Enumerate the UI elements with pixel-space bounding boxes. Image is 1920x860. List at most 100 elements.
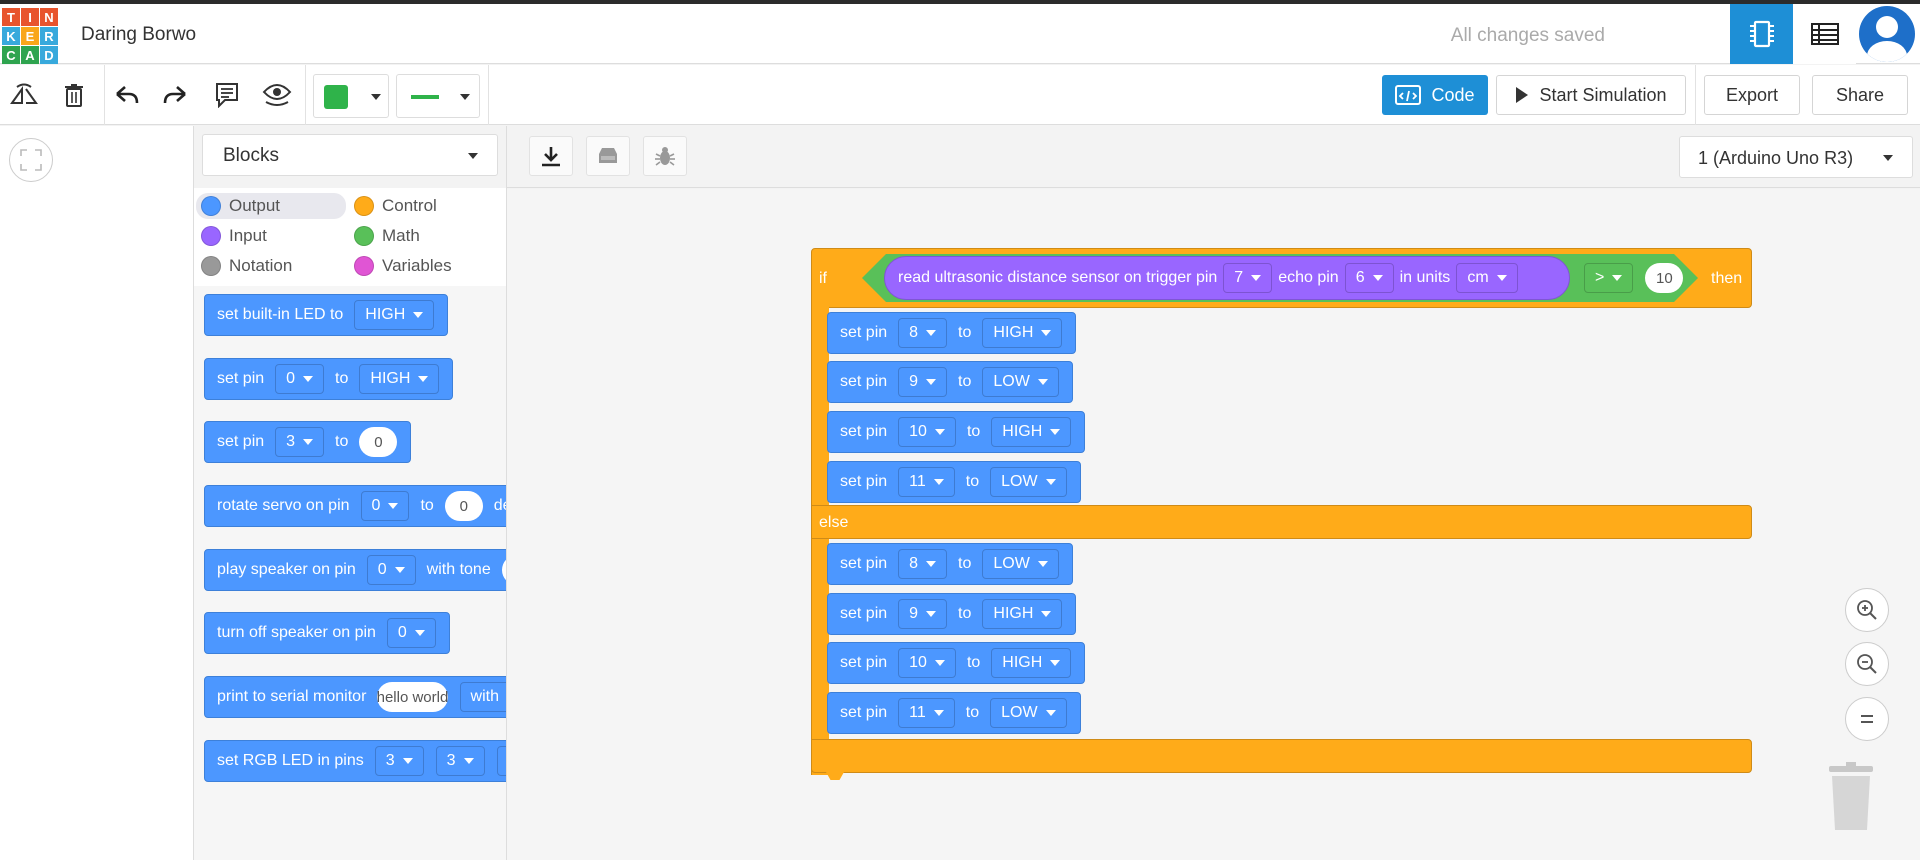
set-pin-block[interactable]: set pin 8 to HIGH [827,312,1077,354]
delete-button[interactable] [58,79,90,111]
units-dropdown[interactable]: cm [1456,263,1518,293]
block-label: play speaker on pin [217,561,356,578]
state-dropdown[interactable]: LOW [982,549,1059,579]
category-label: Notation [229,256,293,275]
state-dropdown[interactable]: HIGH [982,599,1063,629]
pin-dropdown[interactable]: 3 [435,746,485,776]
toolbox-block-print-serial[interactable]: print to serial monitor hello world with [204,676,506,718]
ultrasonic-sensor-block[interactable]: read ultrasonic distance sensor on trigg… [884,256,1570,300]
download-code-button[interactable] [529,136,573,176]
undo-button[interactable] [110,79,142,111]
set-pin-block[interactable]: set pin 9 to HIGH [827,593,1077,635]
upload-code-button[interactable] [586,136,630,176]
state-dropdown[interactable]: HIGH [359,364,440,394]
zoom-in-button[interactable] [1845,588,1889,632]
pin-dropdown[interactable]: 11 [898,467,955,497]
toolbox-block-turn-off-speaker[interactable]: turn off speaker on pin 0 [204,612,450,654]
chevron-down-icon [463,758,474,764]
wire-style-picker[interactable] [396,74,480,118]
category-variables[interactable]: Variables [349,253,452,279]
category-control[interactable]: Control [349,193,437,219]
toolbar-divider [488,65,489,125]
rotate-button[interactable] [8,79,40,111]
dropdown-value: HIGH [993,324,1034,341]
value-input[interactable]: 0 [359,427,398,457]
tinkercad-logo[interactable]: T I N K E R C A D [2,8,58,64]
board-select[interactable]: 1 (Arduino Uno R3) [1679,136,1913,178]
editor-mode-select[interactable]: Blocks [202,134,498,176]
dropdown-value: 0 [397,624,407,641]
redo-button[interactable] [160,79,192,111]
fit-view-button[interactable] [9,138,53,182]
share-button[interactable]: Share [1812,75,1908,115]
component-list-button[interactable] [1793,4,1856,64]
pin-dropdown[interactable]: 0 [366,555,416,585]
toolbox-block-set-rgb-led[interactable]: set RGB LED in pins 3 3 3 [204,740,506,782]
project-title[interactable]: Daring Borwo [81,24,196,46]
state-dropdown[interactable]: LOW [990,467,1067,497]
pin-dropdown[interactable]: 9 [898,599,948,629]
set-pin-block[interactable]: set pin 9 to LOW [827,361,1073,403]
compare-value-input[interactable]: 10 [1645,263,1684,293]
user-avatar[interactable] [1859,6,1915,62]
circuit-view-button[interactable] [1730,4,1793,64]
pin-dropdown[interactable]: 3 [275,427,325,457]
category-math[interactable]: Math [349,223,420,249]
category-input[interactable]: Input [196,223,267,249]
workspace-trash-can[interactable] [1827,762,1875,832]
toolbox-block-rotate-servo[interactable]: rotate servo on pin 0 to 0 degre [204,485,506,527]
text-input[interactable]: hello world [377,682,448,712]
state-dropdown[interactable]: HIGH [354,300,435,330]
echo-pin-dropdown[interactable]: 6 [1344,263,1394,293]
notes-button[interactable] [211,79,243,111]
dropdown-value: with [470,688,499,705]
state-dropdown[interactable]: LOW [982,367,1059,397]
dropdown-value: 3 [385,752,395,769]
operator-dropdown[interactable]: > [1584,263,1634,293]
pin-dropdown[interactable]: 8 [898,318,948,348]
fill-color-picker[interactable] [313,74,389,118]
toolbox-block-play-speaker[interactable]: play speaker on pin 0 with tone 60 [204,549,506,591]
export-button[interactable]: Export [1704,75,1800,115]
state-dropdown[interactable]: HIGH [991,648,1072,678]
pin-dropdown[interactable]: 11 [898,698,955,728]
visibility-button[interactable] [261,79,293,111]
set-pin-block[interactable]: set pin 11 to LOW [827,461,1081,503]
pin-dropdown[interactable]: 10 [898,648,956,678]
dropdown-value: HIGH [370,370,411,387]
state-dropdown[interactable]: HIGH [982,318,1063,348]
pin-dropdown[interactable]: 3 [496,746,506,776]
chevron-down-icon [1045,479,1056,485]
start-simulation-button[interactable]: Start Simulation [1496,75,1686,115]
set-pin-block[interactable]: set pin 8 to LOW [827,543,1073,585]
pin-dropdown[interactable]: 9 [898,367,948,397]
state-dropdown[interactable]: LOW [990,698,1067,728]
pin-dropdown[interactable]: 0 [360,491,410,521]
zoom-out-button[interactable] [1845,642,1889,686]
category-output[interactable]: Output [196,193,346,219]
set-pin-block[interactable]: set pin 10 to HIGH [827,411,1086,453]
toolbox-block-set-builtin-led[interactable]: set built-in LED to HIGH [204,294,449,336]
eye-icon [262,84,292,106]
pin-dropdown[interactable]: 0 [275,364,325,394]
debugger-button[interactable] [643,136,687,176]
pin-dropdown[interactable]: 10 [898,417,956,447]
trigger-pin-dropdown[interactable]: 7 [1223,263,1273,293]
newline-dropdown[interactable]: with [459,682,506,712]
zoom-reset-button[interactable] [1845,697,1889,741]
value-input[interactable]: 0 [444,491,483,521]
pin-dropdown[interactable]: 3 [374,746,424,776]
pin-dropdown[interactable]: 8 [898,549,948,579]
code-button[interactable]: Code [1382,75,1488,115]
pin-dropdown[interactable]: 0 [386,618,436,648]
play-icon [1516,87,1529,103]
toolbox-block-set-pin-state[interactable]: set pin 0 to HIGH [204,358,454,400]
toolbar-divider [104,65,105,125]
set-pin-block[interactable]: set pin 10 to HIGH [827,642,1086,684]
state-dropdown[interactable]: HIGH [991,417,1072,447]
dropdown-value: LOW [1001,473,1038,490]
toolbox-block-set-pin-value[interactable]: set pin 3 to 0 [204,421,412,463]
blocks-panel-header: Blocks [194,126,506,188]
set-pin-block[interactable]: set pin 11 to LOW [827,692,1081,734]
category-notation[interactable]: Notation [196,253,292,279]
